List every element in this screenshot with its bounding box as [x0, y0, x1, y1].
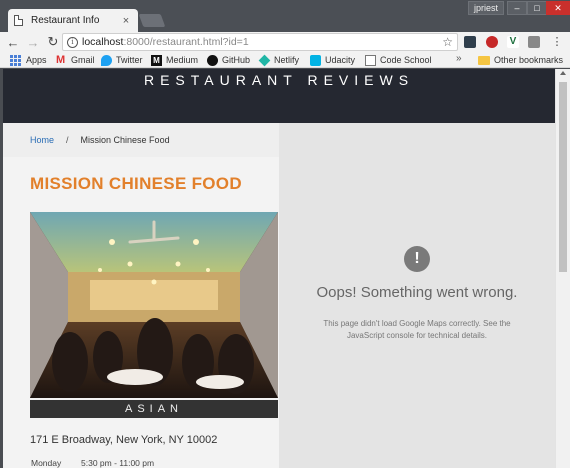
extension-icon[interactable]	[464, 36, 476, 48]
bookmark-label: Gmail	[71, 55, 95, 65]
hours-time: 5:30 pm - 11:00 pm	[81, 458, 155, 468]
bookmark-github[interactable]: GitHub	[207, 53, 250, 67]
medium-icon: M	[151, 54, 162, 66]
bookmark-udacity[interactable]: Udacity	[310, 53, 355, 67]
reload-icon[interactable]: ↻	[43, 34, 63, 50]
map-panel: ! Oops! Something went wrong. This page …	[279, 123, 555, 468]
breadcrumb: Home / Mission Chinese Food	[3, 123, 279, 157]
restaurant-name: MISSION CHINESE FOOD	[30, 174, 242, 193]
site-title-link[interactable]: RESTAURANT REVIEWS	[3, 72, 555, 88]
site-header: RESTAURANT REVIEWS	[3, 69, 555, 123]
bookmarks-overflow-button[interactable]: »	[456, 53, 462, 64]
ublock-icon[interactable]	[486, 36, 498, 48]
error-icon: !	[404, 246, 430, 272]
browser-tab[interactable]: Restaurant Info ×	[8, 9, 138, 32]
menu-icon[interactable]: ⋮	[547, 35, 567, 48]
bookmark-label: GitHub	[222, 55, 251, 65]
page-scrollbar[interactable]	[555, 69, 570, 468]
other-bookmarks-label: Other bookmarks	[494, 55, 564, 65]
other-bookmarks[interactable]: Other bookmarks	[478, 53, 563, 67]
extension-puzzle-icon[interactable]	[528, 36, 540, 48]
cuisine-label: ASIAN	[30, 400, 278, 418]
bookmark-label: Netlify	[274, 55, 300, 65]
profile-button[interactable]: jpriest	[468, 1, 504, 15]
info-icon[interactable]: i	[67, 36, 78, 48]
gmail-icon: M	[56, 53, 66, 66]
bookmark-apps[interactable]: Apps	[10, 53, 47, 67]
map-error-title: Oops! Something went wrong.	[316, 284, 518, 301]
folder-icon	[478, 55, 490, 65]
document-icon	[14, 15, 23, 26]
new-tab-button[interactable]	[138, 14, 166, 27]
bookmark-label: Apps	[26, 55, 47, 65]
vue-devtools-icon[interactable]: V	[507, 36, 519, 48]
bookmark-netlify[interactable]: Netlify	[258, 53, 300, 67]
back-icon[interactable]: ←	[3, 35, 23, 50]
url-host: localhost	[82, 36, 124, 48]
github-icon	[207, 54, 218, 66]
restaurant-details: Home / Mission Chinese Food MISSION CHIN…	[3, 123, 279, 468]
close-window-button[interactable]: ✕	[546, 1, 570, 15]
bookmark-code-school[interactable]: Code School	[365, 53, 432, 67]
tab-close-button[interactable]: ×	[120, 15, 132, 27]
netlify-icon	[258, 54, 271, 66]
browser-titlebar: Restaurant Info × jpriest – □ ✕	[0, 0, 570, 32]
hours-day: Monday	[31, 458, 62, 468]
bookmark-label: Medium	[166, 55, 199, 65]
map-error-message: This page didn't load Google Maps correc…	[323, 319, 511, 340]
bookmark-label: Code School	[380, 55, 432, 65]
url-path: :8000/restaurant.html?id=1	[123, 36, 249, 48]
bookmark-label: Udacity	[325, 55, 356, 65]
restaurant-address: 171 E Broadway, New York, NY 10002	[30, 434, 218, 446]
minimize-button[interactable]: –	[507, 1, 527, 15]
address-bar[interactable]: i localhost :8000/restaurant.html?id=1 ☆	[62, 33, 458, 51]
bookmark-medium[interactable]: M Medium	[151, 53, 198, 67]
bookmark-star-icon[interactable]: ☆	[442, 35, 453, 49]
twitter-icon	[101, 54, 112, 66]
page-viewport: RESTAURANT REVIEWS Home / Mission Chines…	[3, 69, 555, 468]
breadcrumb-current: Mission Chinese Food	[80, 135, 170, 145]
scroll-up-icon[interactable]	[560, 71, 566, 75]
bookmarks-bar: Apps M Gmail Twitter M Medium GitHub Net…	[0, 52, 570, 68]
restaurant-photo	[30, 212, 278, 398]
udacity-icon	[310, 54, 321, 66]
bookmark-twitter[interactable]: Twitter	[101, 53, 143, 67]
browser-toolbar: ← → ↻ i localhost :8000/restaurant.html?…	[0, 32, 570, 52]
tab-title: Restaurant Info	[31, 15, 100, 26]
maximize-button[interactable]: □	[527, 1, 547, 15]
breadcrumb-home-link[interactable]: Home	[30, 135, 54, 145]
apps-grid-icon	[10, 54, 21, 66]
bookmark-gmail[interactable]: M Gmail	[56, 53, 95, 67]
forward-icon[interactable]: →	[23, 35, 43, 50]
scroll-thumb[interactable]	[559, 82, 567, 272]
page-icon	[365, 54, 376, 66]
breadcrumb-separator: /	[66, 135, 69, 145]
hours-row: Monday 5:30 pm - 11:00 pm	[31, 458, 154, 468]
bookmark-label: Twitter	[116, 55, 143, 65]
